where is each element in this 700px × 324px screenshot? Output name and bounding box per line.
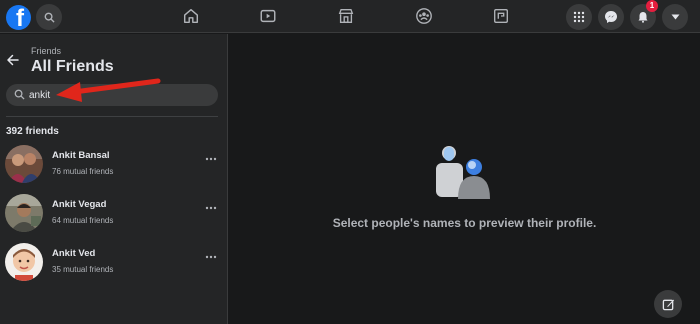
people-placeholder-illustration <box>436 146 490 199</box>
annotation-arrow <box>56 78 161 102</box>
friend-name[interactable]: Ankit Ved <box>52 248 95 259</box>
watch-icon <box>260 9 276 23</box>
home-nav-button[interactable] <box>181 6 201 26</box>
avatar[interactable] <box>5 243 43 281</box>
more-options-button[interactable] <box>204 202 218 216</box>
menu-button[interactable] <box>566 4 592 30</box>
profile-preview-panel: Select people's names to preview their p… <box>229 34 700 324</box>
more-options-button[interactable] <box>204 153 218 167</box>
back-arrow-icon[interactable] <box>6 53 20 67</box>
grid-menu-icon <box>573 11 585 23</box>
compose-icon <box>662 299 674 310</box>
watch-nav-button[interactable] <box>258 6 278 26</box>
messenger-button[interactable] <box>598 4 624 30</box>
groups-nav-button[interactable] <box>414 6 434 26</box>
page-title: All Friends <box>31 58 114 75</box>
avatar[interactable] <box>5 194 43 232</box>
gaming-nav-button[interactable] <box>491 6 511 26</box>
notification-badge: 1 <box>646 0 658 12</box>
search-button[interactable] <box>36 4 62 30</box>
groups-icon <box>416 8 432 24</box>
bell-icon <box>638 12 648 23</box>
marketplace-icon <box>338 9 354 23</box>
top-navigation-bar: f 1 <box>0 0 700 33</box>
account-menu-button[interactable] <box>662 4 688 30</box>
search-icon <box>14 89 25 100</box>
friend-list-item[interactable]: Ankit Ved 35 mutual friends <box>0 243 228 291</box>
mutual-friends-count: 76 mutual friends <box>52 167 114 176</box>
facebook-logo[interactable]: f <box>6 5 31 30</box>
breadcrumb[interactable]: Friends <box>31 46 61 56</box>
caret-down-icon <box>671 14 679 20</box>
search-icon <box>44 12 55 23</box>
marketplace-nav-button[interactable] <box>336 6 356 26</box>
divider <box>6 116 218 117</box>
mutual-friends-count: 35 mutual friends <box>52 265 114 274</box>
more-options-button[interactable] <box>204 251 218 265</box>
empty-state-message: Select people's names to preview their p… <box>332 216 597 230</box>
friend-name[interactable]: Ankit Bansal <box>52 150 110 161</box>
new-message-button[interactable] <box>654 290 682 318</box>
friend-name[interactable]: Ankit Vegad <box>52 199 106 210</box>
friend-list-item[interactable]: Ankit Bansal 76 mutual friends <box>0 145 228 193</box>
gaming-icon <box>494 9 508 23</box>
friend-count: 392 friends <box>6 126 59 137</box>
mutual-friends-count: 64 mutual friends <box>52 216 114 225</box>
more-horizontal-icon <box>205 157 217 161</box>
more-horizontal-icon <box>205 255 217 259</box>
more-horizontal-icon <box>205 206 217 210</box>
messenger-icon <box>605 11 617 23</box>
avatar[interactable] <box>5 145 43 183</box>
home-icon <box>183 8 199 24</box>
friend-list-item[interactable]: Ankit Vegad 64 mutual friends <box>0 194 228 242</box>
